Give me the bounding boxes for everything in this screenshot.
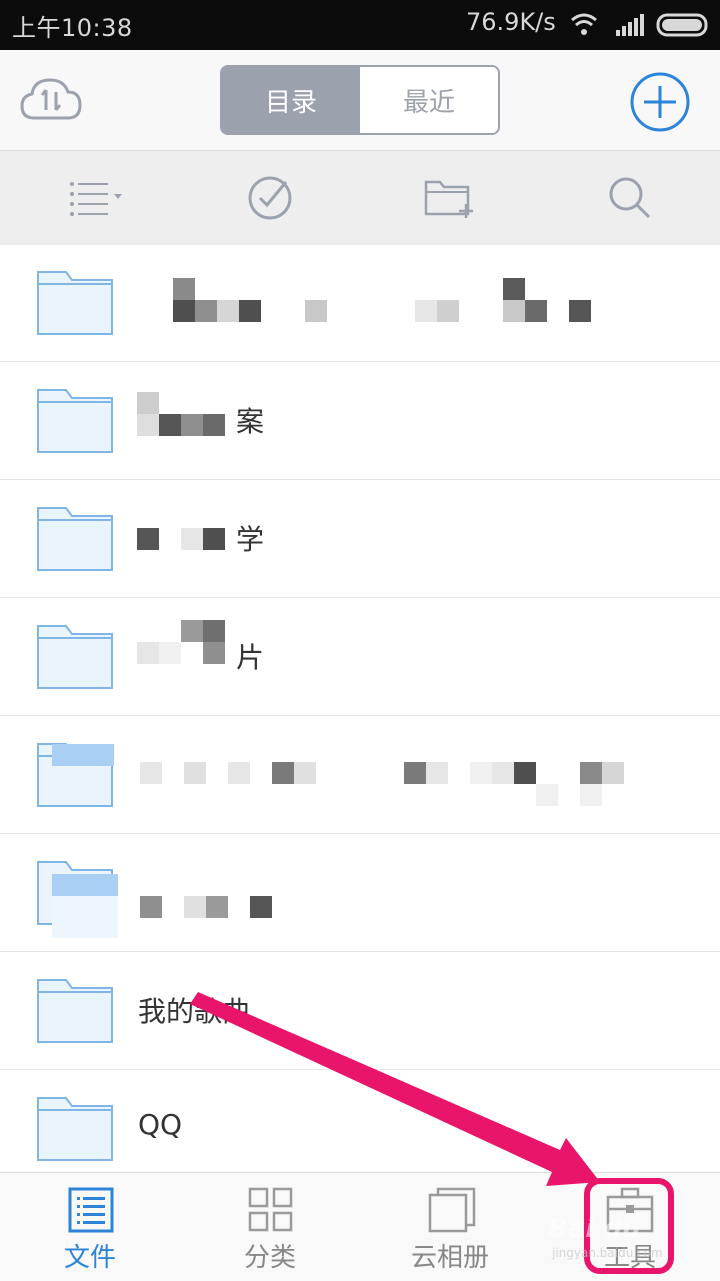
list-item[interactable]: 片 [0,598,720,716]
battery-icon [656,13,708,37]
folder-icon [36,270,114,340]
tab-directory-label: 目录 [264,87,317,118]
app-header: 目录 最近 [0,50,720,150]
folder-icon [36,624,114,694]
wifi-icon [571,13,597,35]
file-name: 片 [236,641,265,674]
list-item[interactable]: 案 [0,362,720,480]
new-folder-icon[interactable] [420,171,480,225]
nav-label: 云相册 [410,1243,489,1273]
category-grid-icon [248,1187,294,1237]
status-icons [570,10,710,44]
nav-label: 文件 [63,1243,116,1273]
search-icon[interactable] [600,171,660,225]
folder-icon [36,860,120,944]
file-list: 案 学 片 我的歌曲 QQ [0,244,720,1187]
nav-cloud-album[interactable]: 云相册 [360,1173,540,1281]
folder-icon [36,742,118,812]
file-name: 学 [236,523,265,556]
file-name: 我的歌曲 [138,995,251,1028]
nav-label: 分类 [243,1243,296,1273]
list-item[interactable]: 我的歌曲 [0,952,720,1070]
list-view-icon[interactable] [66,171,126,225]
view-switch: 目录 最近 [220,65,500,135]
tab-recent[interactable]: 最近 [360,67,498,133]
file-name: QQ [138,1108,183,1141]
folder-icon [36,1096,114,1166]
list-item[interactable]: 学 [0,480,720,598]
add-circle-icon[interactable] [628,70,692,138]
watermark-url: jingyan.baidu.com [552,1246,663,1260]
nav-files[interactable]: 文件 [0,1173,180,1281]
signal-icon [616,14,644,36]
file-name: 案 [236,405,265,438]
list-item[interactable] [0,244,720,362]
list-item[interactable] [0,716,720,834]
toolbar [0,150,720,245]
select-check-icon[interactable] [240,171,300,225]
list-item[interactable]: QQ [0,1070,720,1187]
tab-directory[interactable]: 目录 [222,67,360,133]
file-list-icon [68,1187,114,1237]
cloud-transfer-icon[interactable] [18,74,84,128]
folder-icon [36,978,114,1048]
tab-recent-label: 最近 [402,87,455,118]
folder-icon [36,388,114,458]
watermark: Bai du [548,1214,641,1244]
nav-category[interactable]: 分类 [180,1173,360,1281]
list-item[interactable] [0,834,720,952]
folder-icon [36,506,114,576]
status-bar: 上午10:38 76.9K/s [0,0,720,50]
status-time: 上午10:38 [12,14,133,42]
cloud-album-icon [428,1187,476,1237]
network-speed: 76.9K/s [466,8,556,36]
